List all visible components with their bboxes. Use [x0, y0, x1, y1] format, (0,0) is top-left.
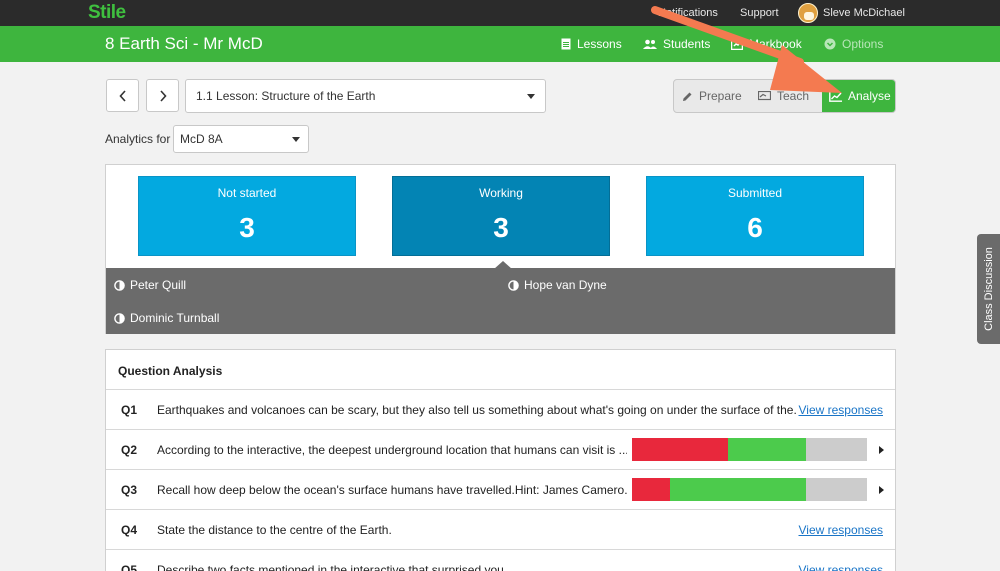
bar-segment-correct: [728, 438, 806, 461]
previous-lesson-button[interactable]: [106, 79, 139, 112]
line-chart-icon: [829, 90, 842, 102]
nav-options-label: Options: [842, 37, 884, 51]
bar-segment-correct: [669, 478, 806, 501]
lesson-select[interactable]: 1.1 Lesson: Structure of the Earth: [185, 79, 546, 113]
nav-students-label: Students: [663, 37, 711, 51]
question-text: According to the interactive, the deepes…: [157, 443, 627, 457]
question-row: Q4 State the distance to the centre of t…: [106, 510, 895, 550]
group-select[interactable]: McD 8A: [173, 125, 309, 153]
analyse-tab[interactable]: Analyse: [822, 80, 895, 112]
status-card-label: Working: [479, 186, 523, 200]
document-icon: [561, 38, 571, 50]
view-responses-link[interactable]: View responses: [799, 403, 884, 417]
half-circle-icon: [114, 279, 125, 291]
question-text: Recall how deep below the ocean's surfac…: [157, 483, 627, 497]
next-lesson-button[interactable]: [146, 79, 179, 112]
question-row[interactable]: Q2 According to the interactive, the dee…: [106, 430, 895, 470]
question-number: Q4: [121, 523, 138, 537]
presentation-icon: [758, 90, 771, 100]
avatar[interactable]: [798, 3, 818, 23]
bar-segment-unanswered: [805, 478, 867, 501]
status-card-label: Not started: [217, 186, 277, 200]
view-responses-link[interactable]: View responses: [799, 523, 884, 537]
student-item[interactable]: Hope van Dyne: [508, 278, 607, 292]
teach-tab-label: Teach: [777, 89, 810, 103]
question-text: State the distance to the centre of the …: [157, 523, 392, 537]
status-card-working[interactable]: Working 3: [392, 176, 610, 256]
student-name: Peter Quill: [130, 278, 187, 292]
teach-tab[interactable]: Teach: [748, 80, 822, 112]
nav-lessons[interactable]: Lessons: [561, 37, 622, 51]
nav-markbook[interactable]: Markbook: [731, 37, 802, 51]
prepare-tab[interactable]: Prepare: [674, 80, 748, 112]
status-card-count: 3: [239, 212, 255, 243]
question-row[interactable]: Q3 Recall how deep below the ocean's sur…: [106, 470, 895, 510]
expand-arrow-icon[interactable]: [879, 446, 884, 454]
user-name[interactable]: Sleve McDichael: [823, 7, 905, 19]
expand-arrow-icon[interactable]: [879, 486, 884, 494]
nav-markbook-label: Markbook: [749, 37, 802, 51]
student-item[interactable]: Dominic Turnball: [114, 311, 219, 325]
student-item[interactable]: Peter Quill: [114, 278, 186, 292]
bar-segment-incorrect: [632, 438, 729, 461]
class-discussion-label: Class Discussion: [982, 247, 995, 331]
analytics-for-label: Analytics for: [105, 132, 171, 146]
status-card-count: 6: [747, 212, 763, 243]
question-row: Q5 Describe two facts mentioned in the i…: [106, 550, 895, 571]
analyse-tab-label: Analyse: [848, 89, 891, 103]
status-card-label: Submitted: [727, 186, 783, 200]
mode-toggle-group: Prepare Teach Analyse: [673, 79, 896, 113]
status-card-count: 3: [493, 212, 509, 243]
stile-logo[interactable]: Stile: [88, 2, 126, 24]
question-text: Earthquakes and volcanoes can be scary, …: [157, 403, 797, 417]
question-number: Q5: [121, 563, 138, 571]
pencil-icon: [683, 92, 692, 101]
prepare-tab-label: Prepare: [699, 89, 742, 103]
caret-down-icon: [292, 137, 300, 142]
half-circle-icon: [508, 279, 519, 291]
student-name: Dominic Turnball: [130, 311, 220, 325]
status-panel: Not started 3 Working 3 Submitted 6 Pete…: [105, 164, 896, 334]
class-title[interactable]: 8 Earth Sci - Mr McD: [105, 34, 263, 54]
status-card-submitted[interactable]: Submitted 6: [646, 176, 864, 256]
nav-options[interactable]: Options: [824, 37, 883, 51]
view-responses-link[interactable]: View responses: [799, 563, 884, 571]
status-card-not-started[interactable]: Not started 3: [138, 176, 356, 256]
nav-lessons-label: Lessons: [577, 37, 622, 51]
question-text: Describe two facts mentioned in the inte…: [157, 563, 508, 571]
question-number: Q2: [121, 443, 138, 457]
response-bar: [632, 478, 867, 501]
notifications-link[interactable]: Notifications: [658, 7, 718, 19]
question-number: Q1: [121, 403, 138, 417]
question-number: Q3: [121, 483, 138, 497]
student-list: Peter Quill Hope van Dyne Dominic Turnba…: [106, 268, 895, 334]
class-discussion-tab[interactable]: Class Discussion: [977, 234, 1000, 344]
gear-icon: [824, 38, 836, 50]
question-analysis-panel: Question Analysis Q1 Earthquakes and vol…: [105, 349, 896, 571]
question-analysis-title: Question Analysis: [106, 350, 895, 390]
caret-down-icon: [527, 94, 535, 99]
chevron-right-icon: [159, 89, 167, 102]
class-bar: 8 Earth Sci - Mr McD Lessons Students Ma…: [0, 26, 1000, 62]
nav-students[interactable]: Students: [643, 37, 710, 51]
support-link[interactable]: Support: [740, 7, 779, 19]
question-row: Q1 Earthquakes and volcanoes can be scar…: [106, 390, 895, 430]
group-select-value: McD 8A: [180, 132, 223, 146]
bar-segment-unanswered: [805, 438, 867, 461]
response-bar: [632, 438, 867, 461]
student-name: Hope van Dyne: [524, 278, 607, 292]
lesson-select-value: 1.1 Lesson: Structure of the Earth: [196, 89, 376, 103]
markbook-icon: [731, 38, 743, 50]
half-circle-icon: [114, 312, 125, 324]
bar-segment-incorrect: [632, 478, 670, 501]
users-icon: [643, 39, 657, 49]
chevron-left-icon: [118, 89, 126, 102]
top-bar: Stile Notifications Support Sleve McDich…: [0, 0, 1000, 26]
